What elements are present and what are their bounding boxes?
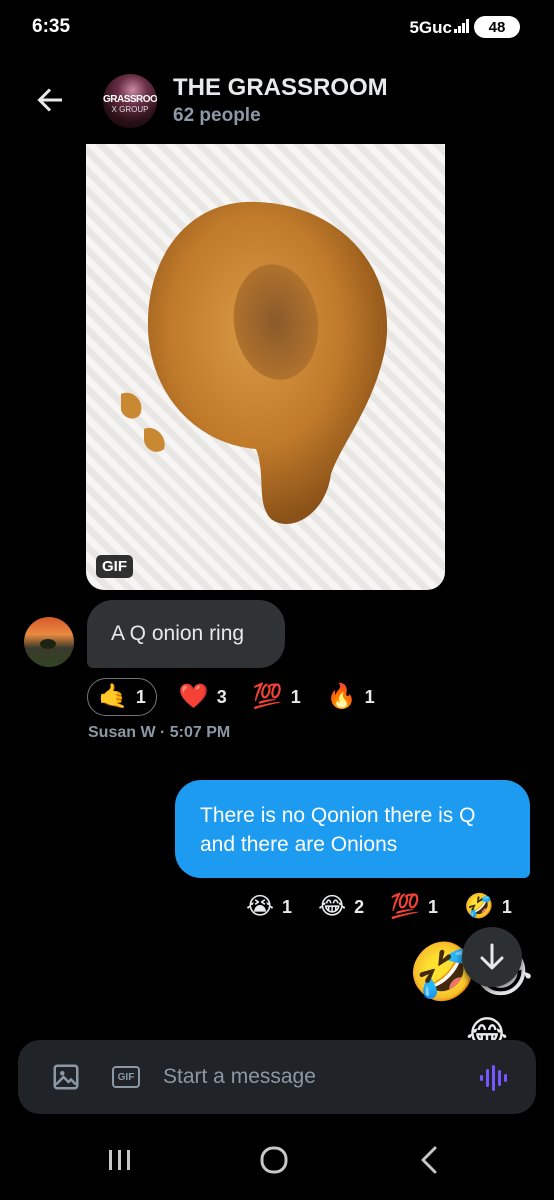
incoming-reactions: 🤙 1 ❤️ 3 💯 1 🔥 1 (87, 678, 375, 716)
home-icon[interactable] (254, 1142, 294, 1178)
network-type: 5Guc (409, 18, 452, 37)
image-icon[interactable] (51, 1062, 81, 1092)
message-composer: GIF Start a message (18, 1040, 536, 1114)
message-input[interactable]: Start a message (163, 1065, 316, 1089)
reaction-hundred[interactable]: 💯 1 (253, 685, 301, 709)
outgoing-message-bubble[interactable]: There is no Qonion there is Q and there … (175, 780, 530, 878)
recents-icon[interactable] (100, 1142, 140, 1178)
battery-indicator: 48 (474, 16, 520, 38)
voice-wave-icon[interactable] (479, 1064, 509, 1092)
reaction-count: 1 (135, 686, 146, 707)
hundred-icon: 💯 (390, 893, 421, 920)
arrow-down-icon (480, 943, 504, 970)
battery-level: 48 (488, 18, 506, 36)
reaction-count: 1 (428, 896, 439, 917)
sender-meta: Susan W · 5:07 PM (88, 724, 231, 741)
reaction-heart[interactable]: ❤️ 3 (179, 685, 227, 709)
incoming-message-text: A Q onion ring (111, 622, 245, 645)
group-title[interactable]: THE GRASSROOM (173, 74, 388, 102)
outgoing-reactions: 😭 1 😂 2 💯 1 🤣 1 (246, 895, 512, 919)
gif-badge: GIF (96, 555, 133, 578)
avatar-text-line2: X GROUP (111, 105, 149, 114)
fire-icon: 🔥 (326, 683, 357, 710)
gif-icon[interactable]: GIF (112, 1066, 140, 1088)
reaction-count: 1 (501, 896, 512, 917)
reaction-count: 2 (354, 896, 365, 917)
tears-of-joy-icon: 😂 (318, 893, 347, 920)
call-me-hand-icon: 🤙 (98, 683, 128, 710)
conversation-header: GRASSROOM X GROUP THE GRASSROOM 62 peopl… (0, 60, 554, 144)
onion-ring-image (121, 201, 388, 524)
reaction-rofl[interactable]: 🤣 1 (464, 895, 512, 919)
rolling-laughing-icon: 🤣 (464, 893, 494, 920)
reaction-count: 1 (290, 686, 301, 707)
reaction-count: 1 (364, 686, 375, 707)
reaction-hundred[interactable]: 💯 1 (390, 895, 438, 919)
reaction-crying[interactable]: 😭 1 (246, 895, 292, 919)
gif-icon-label: GIF (117, 1071, 135, 1083)
loudly-crying-icon: 😭 (246, 893, 275, 920)
signal-icon (454, 19, 470, 33)
reaction-fire[interactable]: 🔥 1 (327, 685, 375, 709)
sender-avatar[interactable] (24, 617, 74, 667)
back-chevron-icon[interactable] (410, 1142, 450, 1178)
reaction-count: 1 (282, 896, 293, 917)
member-count[interactable]: 62 people (173, 105, 261, 127)
system-nav-bar (0, 1120, 554, 1200)
outgoing-message-text: There is no Qonion there is Q and there … (200, 804, 476, 856)
arrow-left-icon[interactable] (32, 82, 68, 118)
avatar-text-line1: GRASSROOM (103, 94, 157, 105)
reaction-call-me[interactable]: 🤙 1 (87, 678, 157, 716)
status-bar: 6:35 5Guc 48 (0, 0, 554, 60)
status-time: 6:35 (32, 16, 71, 37)
scroll-to-bottom-button[interactable] (462, 927, 522, 987)
heart-icon: ❤️ (178, 683, 209, 710)
hundred-icon: 💯 (252, 683, 283, 710)
reaction-count: 3 (216, 686, 227, 707)
incoming-message-bubble[interactable]: A Q onion ring (87, 600, 285, 668)
group-avatar[interactable]: GRASSROOM X GROUP (103, 74, 157, 128)
gif-attachment[interactable]: GIF (86, 144, 445, 590)
reaction-joy[interactable]: 😂 2 (318, 895, 364, 919)
